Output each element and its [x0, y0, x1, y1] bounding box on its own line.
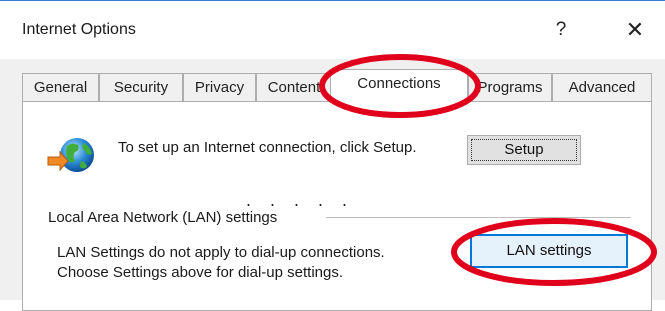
internet-options-dialog: Internet Options ? ✕ General Security Pr…: [0, 0, 665, 311]
tab-security[interactable]: Security: [99, 73, 183, 101]
title-bar: Internet Options ? ✕: [0, 0, 665, 59]
window-title: Internet Options: [22, 21, 136, 38]
separator-dots: . . . . .: [246, 190, 355, 210]
help-button[interactable]: ?: [538, 11, 584, 49]
lan-settings-button[interactable]: LAN settings: [470, 234, 628, 268]
lan-description: LAN Settings do not apply to dial-up con…: [57, 243, 457, 283]
globe-network-icon: [47, 138, 94, 172]
setup-button-label: Setup: [504, 141, 544, 158]
lan-settings-button-label: LAN settings: [506, 242, 592, 259]
tab-privacy[interactable]: Privacy: [183, 73, 256, 101]
lan-description-line1: LAN Settings do not apply to dial-up con…: [57, 244, 385, 261]
lan-group-label: Local Area Network (LAN) settings: [48, 209, 278, 226]
tab-programs[interactable]: Programs: [468, 73, 552, 101]
lan-description-line2: Choose Settings above for dial-up settin…: [57, 264, 344, 281]
close-button[interactable]: ✕: [612, 11, 658, 49]
tab-advanced[interactable]: Advanced: [552, 73, 652, 101]
tab-strip: General Security Privacy Content Connect…: [22, 69, 652, 103]
lan-group-divider: [326, 217, 631, 218]
tab-content[interactable]: Content: [256, 73, 332, 101]
tab-general[interactable]: General: [22, 73, 99, 101]
tab-connections[interactable]: Connections: [330, 69, 468, 103]
setup-instructions: To set up an Internet connection, click …: [118, 139, 417, 156]
setup-button[interactable]: Setup: [467, 135, 581, 165]
